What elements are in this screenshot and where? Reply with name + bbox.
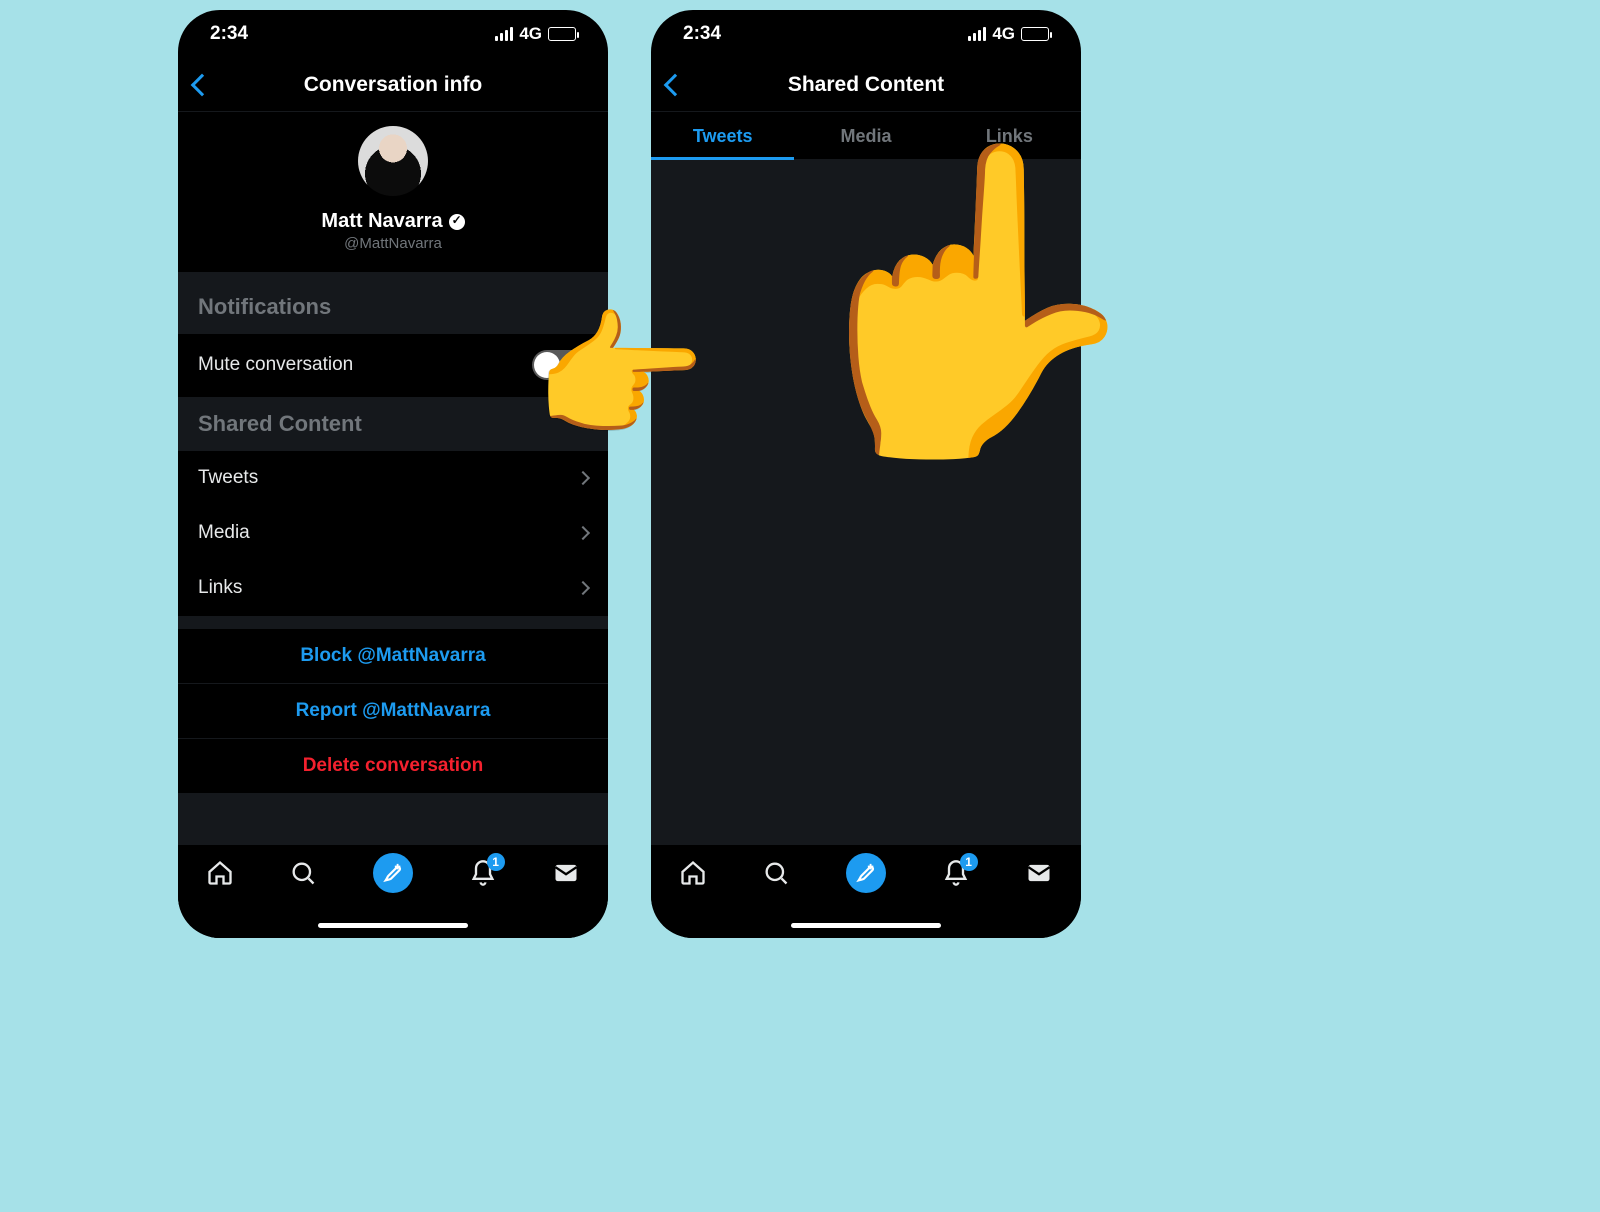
chevron-right-icon xyxy=(576,581,590,595)
compose-button[interactable] xyxy=(373,853,413,893)
clock: 2:34 xyxy=(683,23,721,45)
home-icon[interactable] xyxy=(679,859,707,892)
action-report[interactable]: Report @MattNavarra xyxy=(178,683,608,738)
back-icon[interactable] xyxy=(664,73,687,96)
home-indicator[interactable] xyxy=(318,923,468,928)
row-mute-conversation[interactable]: Mute conversation xyxy=(178,334,608,397)
compose-button[interactable] xyxy=(846,853,886,893)
network-label: 4G xyxy=(992,24,1015,44)
tab-media[interactable]: Media xyxy=(794,112,937,159)
row-links[interactable]: Links xyxy=(178,561,608,616)
home-indicator[interactable] xyxy=(791,923,941,928)
tab-tweets[interactable]: Tweets xyxy=(651,112,794,159)
notifications-icon[interactable]: 1 xyxy=(469,859,497,892)
action-delete[interactable]: Delete conversation xyxy=(178,738,608,793)
row-media[interactable]: Media xyxy=(178,506,608,561)
back-icon[interactable] xyxy=(191,73,214,96)
verified-icon xyxy=(449,214,465,230)
signal-icon xyxy=(495,27,513,41)
content-empty xyxy=(651,160,1081,850)
signal-icon xyxy=(968,27,986,41)
nav-header: Conversation info xyxy=(178,58,608,112)
section-header-shared-content: Shared Content xyxy=(178,397,608,451)
user-handle: @MattNavarra xyxy=(178,235,608,252)
messages-icon[interactable] xyxy=(552,859,580,892)
nav-header: Shared Content xyxy=(651,58,1081,112)
notification-badge: 1 xyxy=(487,853,505,871)
chevron-right-icon xyxy=(576,471,590,485)
messages-icon[interactable] xyxy=(1025,859,1053,892)
tab-bar: 1 xyxy=(651,844,1081,938)
mute-label: Mute conversation xyxy=(198,354,353,376)
tabs: Tweets Media Links xyxy=(651,112,1081,160)
notification-badge: 1 xyxy=(960,853,978,871)
home-icon[interactable] xyxy=(206,859,234,892)
phone-left: 2:34 4G Conversation info Matt Navarra @… xyxy=(178,10,608,938)
status-bar: 2:34 4G xyxy=(178,10,608,58)
action-block[interactable]: Block @MattNavarra xyxy=(178,628,608,683)
search-icon[interactable] xyxy=(289,859,317,892)
battery-icon xyxy=(1021,27,1049,41)
chevron-right-icon xyxy=(576,526,590,540)
phone-right: 2:34 4G Shared Content Tweets Media Link… xyxy=(651,10,1081,938)
section-header-notifications: Notifications xyxy=(178,272,608,334)
avatar[interactable] xyxy=(358,126,428,196)
network-label: 4G xyxy=(519,24,542,44)
display-name: Matt Navarra xyxy=(321,210,464,233)
profile-block[interactable]: Matt Navarra @MattNavarra xyxy=(178,112,608,272)
mute-toggle[interactable] xyxy=(532,350,588,380)
page-title: Shared Content xyxy=(788,73,944,97)
clock: 2:34 xyxy=(210,23,248,45)
row-tweets[interactable]: Tweets xyxy=(178,451,608,506)
status-bar: 2:34 4G xyxy=(651,10,1081,58)
page-title: Conversation info xyxy=(304,73,483,97)
battery-icon xyxy=(548,27,576,41)
notifications-icon[interactable]: 1 xyxy=(942,859,970,892)
tab-links[interactable]: Links xyxy=(938,112,1081,159)
tab-bar: 1 xyxy=(178,844,608,938)
search-icon[interactable] xyxy=(762,859,790,892)
